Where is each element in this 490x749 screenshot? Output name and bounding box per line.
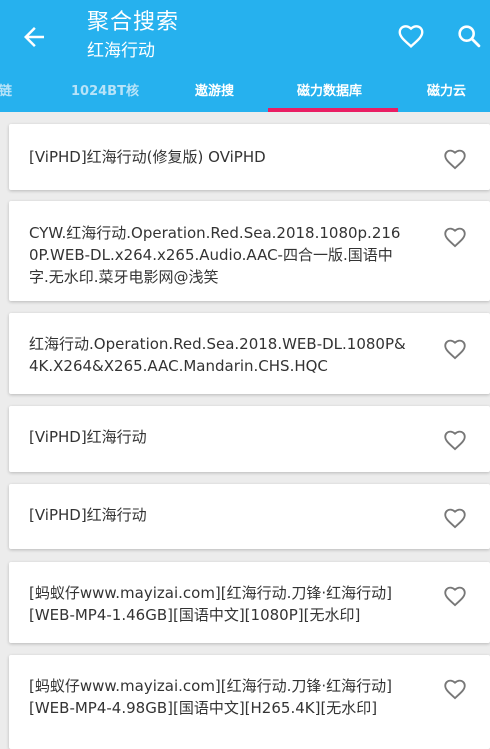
search-keyword: 红海行动: [87, 41, 155, 61]
active-tab-indicator: [268, 108, 398, 112]
result-card[interactable]: [ViPHD]红海行动: [9, 484, 490, 549]
result-title: [蚂蚁仔www.mayizai.com][红海行动.刀锋·红海行动][WEB-M…: [29, 584, 393, 624]
result-title: [ViPHD]红海行动: [29, 506, 147, 524]
result-title: [蚂蚁仔www.mayizai.com][红海行动.刀锋·红海行动][WEB-M…: [29, 677, 393, 717]
app-bar: 聚合搜索 红海行动: [0, 0, 490, 76]
heart-outline-icon[interactable]: [442, 676, 468, 700]
result-card[interactable]: [蚂蚁仔www.mayizai.com][红海行动.刀锋·红海行动][WEB-M…: [9, 655, 490, 749]
tab-cili-database[interactable]: 磁力数据库: [297, 76, 362, 112]
heart-outline-icon[interactable]: [442, 146, 468, 170]
tab-lian[interactable]: 链: [0, 76, 12, 112]
result-title: CYW.红海行动.Operation.Red.Sea.2018.1080p.21…: [29, 224, 401, 286]
result-card[interactable]: [蚂蚁仔www.mayizai.com][红海行动.刀锋·红海行动][WEB-M…: [9, 562, 490, 643]
page-title: 聚合搜索: [87, 10, 180, 35]
search-icon[interactable]: [455, 22, 483, 50]
heart-outline-icon[interactable]: [442, 224, 468, 248]
result-title: [ViPHD]红海行动: [29, 428, 147, 446]
result-card[interactable]: 红海行动.Operation.Red.Sea.2018.WEB-DL.1080P…: [9, 313, 490, 394]
result-card[interactable]: CYW.红海行动.Operation.Red.Sea.2018.1080p.21…: [9, 201, 490, 301]
source-tabs: 链 1024BT核 遨游搜 磁力数据库 磁力云: [0, 76, 490, 112]
tab-aoyousou[interactable]: 遨游搜: [195, 76, 234, 112]
favorites-heart-icon[interactable]: [396, 21, 426, 51]
result-title: 红海行动.Operation.Red.Sea.2018.WEB-DL.1080P…: [29, 335, 406, 375]
back-arrow-icon[interactable]: [19, 22, 49, 52]
title-block: 聚合搜索 红海行动: [87, 9, 179, 63]
result-title: [ViPHD]红海行动(修复版) OViPHD: [29, 148, 266, 166]
tab-1024bt[interactable]: 1024BT核: [71, 76, 139, 112]
heart-outline-icon[interactable]: [442, 336, 468, 360]
result-card[interactable]: [ViPHD]红海行动(修复版) OViPHD: [9, 124, 490, 190]
heart-outline-icon[interactable]: [442, 505, 468, 529]
tab-cili-cloud[interactable]: 磁力云: [427, 76, 466, 112]
heart-outline-icon[interactable]: [442, 427, 468, 451]
heart-outline-icon[interactable]: [442, 583, 468, 607]
result-card[interactable]: [ViPHD]红海行动: [9, 406, 490, 472]
